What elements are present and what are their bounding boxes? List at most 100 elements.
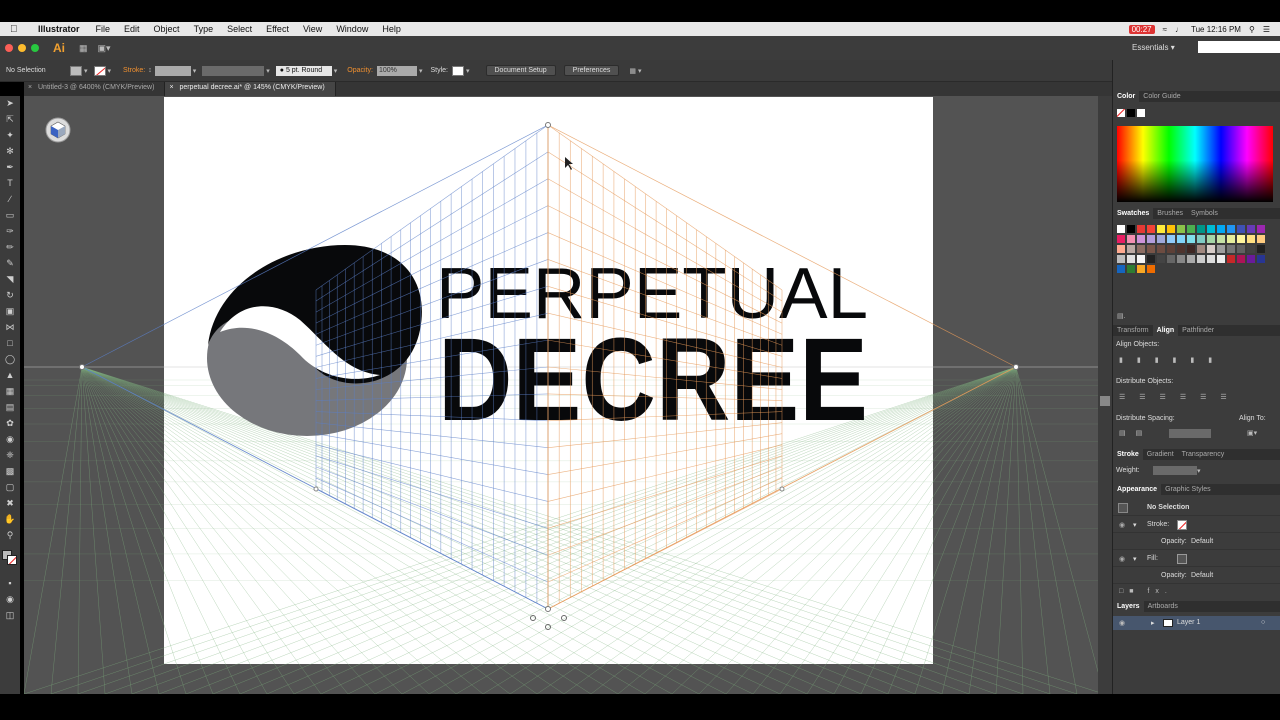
- stroke-color-icon[interactable]: [7, 555, 17, 565]
- width-tool-icon[interactable]: ⋈: [4, 322, 16, 333]
- canvas-area[interactable]: PERPETUAL DECREE: [24, 96, 1098, 694]
- style-dropdown-icon[interactable]: ▾: [466, 67, 470, 75]
- document-setup-button[interactable]: Document Setup: [485, 65, 556, 76]
- color-swatch[interactable]: [1197, 225, 1205, 233]
- selection-tool-icon[interactable]: ➤: [4, 98, 16, 109]
- color-mode-icon[interactable]: ▪: [4, 578, 16, 589]
- magic-wand-tool-icon[interactable]: ✦: [4, 130, 16, 141]
- align-to-selector[interactable]: ▣▾: [1247, 429, 1257, 437]
- tab-untitled-3[interactable]: × Untitled-3 @ 6400% (CMYK/Preview): [24, 82, 166, 96]
- tab-appearance[interactable]: Appearance: [1113, 484, 1162, 495]
- color-swatch[interactable]: [1257, 255, 1265, 263]
- appearance-opacity-row-2[interactable]: Opacity: Default: [1113, 567, 1280, 584]
- tab-symbols[interactable]: Symbols: [1187, 210, 1222, 217]
- layer-row[interactable]: ◉ ▸ Layer 1 ○: [1113, 616, 1280, 630]
- align-objects-buttons[interactable]: ▮▮▮▮▮▮: [1119, 356, 1226, 364]
- right-grid-extent[interactable]: [779, 486, 785, 492]
- color-swatch[interactable]: [1157, 245, 1165, 253]
- type-tool-icon[interactable]: T: [4, 178, 16, 189]
- color-swatch[interactable]: [1187, 255, 1195, 263]
- none-swatch[interactable]: [1117, 109, 1125, 117]
- mesh-tool-icon[interactable]: ▦: [4, 386, 16, 397]
- shape-builder-tool-icon[interactable]: ◯: [4, 354, 16, 365]
- tab-swatches[interactable]: Swatches: [1113, 208, 1154, 219]
- expand-triangle-icon[interactable]: ▾: [1133, 555, 1137, 563]
- tab-color-guide[interactable]: Color Guide: [1139, 93, 1184, 100]
- color-swatch[interactable]: [1187, 235, 1195, 243]
- opacity-label-2[interactable]: Opacity:: [1161, 572, 1187, 579]
- volume-icon[interactable]: ♩: [1175, 25, 1183, 34]
- color-swatch[interactable]: [1157, 255, 1165, 263]
- menu-object[interactable]: Object: [154, 24, 180, 34]
- color-swatch[interactable]: [1227, 235, 1235, 243]
- tab-transform[interactable]: Transform: [1113, 327, 1153, 334]
- brush-definition[interactable]: ● 5 pt. Round: [275, 65, 332, 76]
- color-swatch[interactable]: [1177, 225, 1185, 233]
- color-swatch[interactable]: [1237, 235, 1245, 243]
- stroke-label[interactable]: Stroke:: [123, 67, 145, 74]
- eyedropper-tool-icon[interactable]: ✿: [4, 418, 16, 429]
- free-transform-tool-icon[interactable]: □: [4, 338, 16, 349]
- search-help-input[interactable]: [1198, 41, 1280, 53]
- menu-view[interactable]: View: [303, 24, 322, 34]
- color-swatch[interactable]: [1187, 245, 1195, 253]
- symbol-sprayer-tool-icon[interactable]: ❈: [4, 450, 16, 461]
- right-vanishing-point[interactable]: [1013, 364, 1019, 370]
- color-swatch[interactable]: [1247, 245, 1255, 253]
- color-swatch[interactable]: [1147, 255, 1155, 263]
- color-swatch[interactable]: [1167, 245, 1175, 253]
- tab-artboards[interactable]: Artboards: [1144, 603, 1182, 610]
- recording-indicator[interactable]: 00:27: [1128, 24, 1155, 34]
- tab-layers[interactable]: Layers: [1113, 601, 1144, 612]
- variable-width-profile[interactable]: [202, 65, 265, 76]
- color-swatch[interactable]: [1207, 235, 1215, 243]
- zoom-window-button[interactable]: [31, 44, 39, 52]
- color-swatch[interactable]: [1147, 245, 1155, 253]
- menu-type[interactable]: Type: [194, 24, 214, 34]
- minimize-window-button[interactable]: [18, 44, 26, 52]
- list-icon[interactable]: ☰: [1263, 25, 1270, 34]
- color-swatch[interactable]: [1117, 245, 1125, 253]
- screen-mode-icon[interactable]: ◫: [4, 610, 16, 621]
- color-swatch[interactable]: [1127, 225, 1135, 233]
- appearance-fill-label[interactable]: Fill:: [1147, 555, 1158, 562]
- color-swatch[interactable]: [1207, 225, 1215, 233]
- opacity-label[interactable]: Opacity:: [347, 67, 373, 74]
- color-swatch[interactable]: [1167, 255, 1175, 263]
- appearance-stroke-swatch[interactable]: [1177, 520, 1187, 530]
- opacity-dropdown-icon[interactable]: ▾: [419, 67, 423, 75]
- close-tab-icon[interactable]: ×: [169, 84, 173, 91]
- color-swatch[interactable]: [1177, 235, 1185, 243]
- menu-file[interactable]: File: [96, 24, 111, 34]
- tab-transparency[interactable]: Transparency: [1178, 451, 1229, 458]
- app-menu[interactable]: Illustrator: [38, 24, 80, 34]
- color-swatch[interactable]: [1167, 235, 1175, 243]
- vanishing-point-top[interactable]: [545, 122, 551, 128]
- preferences-button[interactable]: Preferences: [563, 65, 620, 76]
- fill-dropdown-icon[interactable]: ▾: [84, 67, 88, 75]
- left-vanishing-point[interactable]: [79, 364, 85, 370]
- color-spectrum[interactable]: [1117, 126, 1273, 202]
- color-swatch[interactable]: [1117, 235, 1125, 243]
- layer-expand-icon[interactable]: ▸: [1151, 619, 1155, 627]
- color-swatch[interactable]: [1117, 265, 1125, 273]
- distribute-objects-buttons[interactable]: ☰☰☰☰☰☰: [1119, 393, 1241, 401]
- appearance-opacity-row-1[interactable]: Opacity: Default: [1113, 533, 1280, 550]
- tab-graphic-styles[interactable]: Graphic Styles: [1161, 486, 1215, 493]
- distribute-spacing-buttons[interactable]: ▤▤: [1119, 429, 1152, 437]
- color-swatch[interactable]: [1137, 255, 1145, 263]
- close-window-button[interactable]: [5, 44, 13, 52]
- hand-tool-icon[interactable]: ✋: [4, 514, 16, 525]
- artboard-tool-icon[interactable]: ▢: [4, 482, 16, 493]
- color-swatch[interactable]: [1127, 255, 1135, 263]
- zoom-tool-icon[interactable]: ⚲: [4, 530, 16, 541]
- layer-target-icon[interactable]: ○: [1261, 619, 1265, 626]
- color-swatch[interactable]: [1147, 225, 1155, 233]
- color-swatch[interactable]: [1257, 225, 1265, 233]
- appearance-footer-buttons[interactable]: □■ fx.: [1119, 588, 1173, 595]
- arrange-documents-icon[interactable]: ▣▾: [98, 43, 111, 54]
- paintbrush-tool-icon[interactable]: ✑: [4, 226, 16, 237]
- color-swatch[interactable]: [1187, 225, 1195, 233]
- profile-dropdown-icon[interactable]: ▾: [266, 67, 270, 75]
- color-swatch[interactable]: [1117, 225, 1125, 233]
